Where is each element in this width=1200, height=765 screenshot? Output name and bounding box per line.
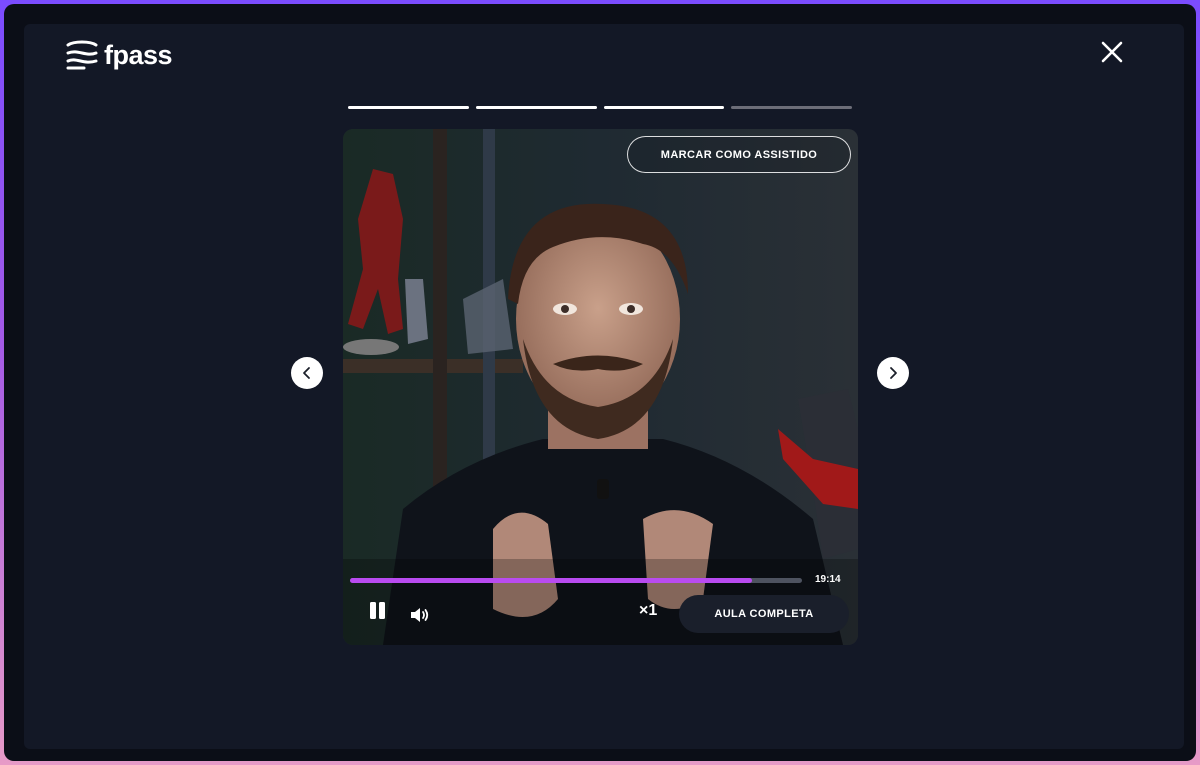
- close-button[interactable]: [1098, 38, 1126, 66]
- story-progress: [348, 106, 852, 110]
- close-icon: [1101, 41, 1123, 63]
- time-remaining: 19:14: [815, 574, 841, 585]
- logo: fpass: [64, 38, 173, 72]
- story-segment: [603, 106, 725, 109]
- video-timeline[interactable]: [350, 578, 802, 583]
- story-segment: [348, 106, 469, 109]
- timeline-progress: [350, 578, 753, 583]
- volume-button[interactable]: [409, 605, 431, 625]
- volume-icon: [411, 608, 429, 622]
- logo-text: fpass: [104, 39, 173, 70]
- next-button[interactable]: [877, 357, 909, 389]
- fpass-logo-icon: [66, 40, 98, 70]
- mark-watched-button[interactable]: MARCAR COMO ASSISTIDO: [627, 136, 851, 173]
- chevron-right-icon: [890, 367, 897, 379]
- full-lesson-button[interactable]: AULA COMPLETA: [679, 595, 849, 633]
- pause-icon: [370, 602, 385, 619]
- pause-button[interactable]: [368, 601, 388, 621]
- video-player[interactable]: MARCAR COMO ASSISTIDO 19:14 ×1 AULA COMP…: [343, 129, 858, 645]
- playback-speed-button[interactable]: ×1: [639, 602, 657, 620]
- chevron-left-icon: [303, 367, 310, 379]
- video-frame: [343, 129, 858, 645]
- story-segment: [475, 106, 597, 109]
- previous-button[interactable]: [291, 357, 323, 389]
- story-segment: [731, 106, 852, 109]
